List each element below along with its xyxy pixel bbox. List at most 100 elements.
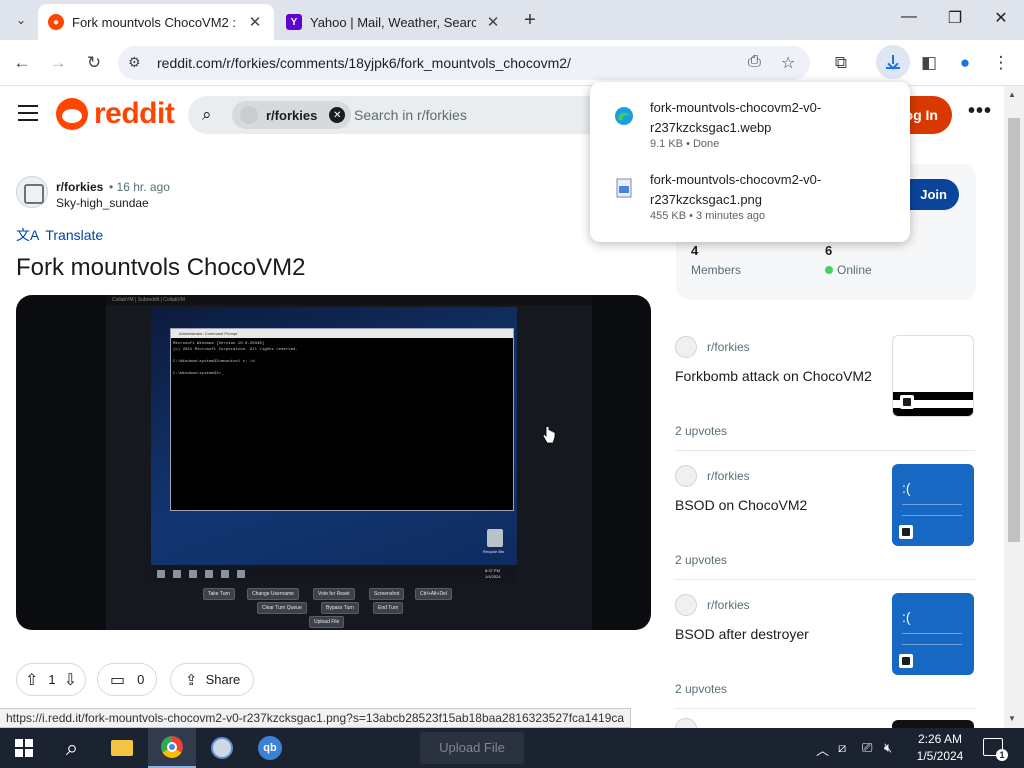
file-explorer-icon[interactable] (98, 728, 146, 768)
vm-vote-reset-button: Vote for Reset (313, 588, 355, 600)
site-info-icon[interactable]: ⚙ (128, 54, 141, 71)
post-timestamp: • 16 hr. ago (109, 180, 170, 194)
tray-app-icon[interactable]: ⧄ (838, 740, 846, 756)
close-tab-icon[interactable]: ✕ (484, 13, 502, 31)
search-taskbar-icon[interactable]: ⌕ (48, 728, 96, 768)
install-app-icon[interactable]: ⎙ (748, 53, 761, 71)
post-image[interactable]: CollabVM | Subreddit | CollabVM Administ… (16, 295, 651, 630)
vm-clock: 8:37 PM 1/4/2024 (485, 568, 501, 579)
related-thumbnail[interactable] (892, 720, 974, 728)
more-options-icon[interactable]: ••• (968, 100, 992, 123)
post-subreddit-link[interactable]: r/forkies (56, 180, 103, 194)
minimize-icon[interactable]: — (894, 8, 924, 26)
comments-button[interactable]: ▭ 0 (97, 663, 157, 696)
related-post-title[interactable]: Forkbomb attack on ChocoVM2 (675, 368, 875, 384)
download-filename[interactable]: fork-mountvols-chocovm2-v0-r237kzcksgac1… (650, 170, 870, 210)
translate-icon: 文A (16, 227, 40, 243)
tray-overflow-chevron-icon[interactable]: ︿ (816, 740, 829, 759)
vm-take-turn-button: Take Turn (203, 588, 235, 600)
online-count: 6 (825, 243, 833, 258)
downvote-arrow-icon[interactable]: ⇩ (64, 670, 77, 690)
divider (675, 579, 975, 580)
volume-muted-icon[interactable]: 🔇︎ (884, 740, 892, 756)
download-item[interactable]: fork-mountvols-chocovm2-v0-r237kzcksgac1… (590, 88, 910, 160)
post-author-link[interactable]: Sky-high_sundae (56, 196, 149, 210)
scroll-down-icon[interactable]: ▼ (1008, 714, 1016, 723)
hamburger-menu-icon[interactable] (18, 105, 38, 121)
bookmark-star-icon[interactable]: ☆ (781, 53, 795, 73)
translate-button[interactable]: 文A Translate (16, 225, 103, 245)
restore-icon[interactable]: ❐ (940, 8, 970, 28)
ghost-upload-file-button: Upload File (420, 732, 524, 764)
image-badge-icon (900, 395, 914, 409)
profile-icon[interactable]: ● (952, 50, 978, 76)
download-filename[interactable]: fork-mountvols-chocovm2-v0-r237kzcksgac1… (650, 98, 870, 138)
command-prompt-window: Administrator: Command Prompt Microsoft … (170, 328, 514, 511)
search-placeholder[interactable]: Search in r/forkies (354, 107, 467, 123)
chrome-taskbar-icon[interactable] (148, 728, 196, 768)
reddit-favicon-icon: ● (48, 14, 64, 30)
downloads-icon[interactable] (876, 45, 910, 79)
related-thumbnail[interactable]: :( (892, 464, 974, 546)
vm-change-username-button: Change Username (247, 588, 299, 600)
start-button[interactable] (0, 728, 48, 768)
close-tab-icon[interactable]: ✕ (246, 13, 264, 31)
new-tab-icon[interactable]: + (518, 8, 542, 32)
browser-toolbar: ← → ↻ ⚙ reddit.com/r/forkies/comments/18… (0, 40, 1024, 86)
share-icon: ⇪ (185, 671, 198, 689)
tab-yahoo[interactable]: Y Yahoo | Mail, Weather, Search, ✕ (276, 4, 512, 40)
scroll-up-icon[interactable]: ▲ (1008, 90, 1016, 99)
download-status: 9.1 KB • Done (650, 138, 720, 150)
vm-screenshot: CollabVM | Subreddit | CollabVM Administ… (106, 295, 592, 630)
related-thumbnail[interactable]: :( (892, 593, 974, 675)
vm-upload-file-button: Upload File (309, 616, 345, 628)
download-item[interactable]: fork-mountvols-chocovm2-v0-r237kzcksgac1… (590, 160, 910, 232)
tab-title: Yahoo | Mail, Weather, Search, (310, 14, 477, 30)
related-post-title[interactable]: BSOD on ChocoVM2 (675, 497, 875, 513)
notification-count: 1 (996, 749, 1008, 761)
related-post-title[interactable]: BSOD after destroyer (675, 626, 875, 642)
taskbar-clock[interactable]: 2:26 AM 1/5/2024 (900, 731, 980, 765)
related-thumbnail[interactable] (892, 335, 974, 417)
divider (675, 450, 975, 451)
members-count: 4 (691, 243, 699, 258)
related-subreddit[interactable]: r/forkies (707, 340, 750, 354)
extensions-icon[interactable]: ⧉ (828, 50, 854, 76)
related-subreddit[interactable]: r/forkies (707, 598, 750, 612)
tab-search-chevron-icon[interactable]: ⌄ (8, 8, 34, 32)
download-status: 455 KB • 3 minutes ago (650, 210, 766, 222)
scrollbar-thumb[interactable] (1008, 118, 1020, 542)
close-window-icon[interactable]: ✕ (986, 8, 1016, 28)
qbittorrent-taskbar-icon[interactable]: qb (246, 728, 294, 768)
reload-icon[interactable]: ↻ (81, 50, 107, 76)
remove-filter-icon[interactable]: ✕ (329, 107, 346, 123)
yahoo-favicon-icon: Y (286, 14, 302, 30)
tab-reddit[interactable]: ● Fork mountvols ChocoVM2 : r/ ✕ (38, 4, 274, 40)
side-panel-icon[interactable]: ◧ (916, 50, 942, 76)
vm-end-turn-button: End Turn (373, 602, 404, 614)
subreddit-avatar[interactable] (16, 176, 48, 208)
address-bar[interactable]: ⚙ reddit.com/r/forkies/comments/18yjpk6/… (118, 46, 810, 80)
post-title: Fork mountvols ChocoVM2 (16, 254, 306, 281)
subreddit-filter-chip[interactable]: r/forkies ✕ (232, 101, 352, 129)
url-text[interactable]: reddit.com/r/forkies/comments/18yjpk6/fo… (157, 55, 571, 71)
forward-icon[interactable]: → (45, 50, 71, 76)
reddit-wordmark[interactable]: reddit (94, 97, 175, 131)
related-subreddit[interactable]: r/forkies (707, 469, 750, 483)
upvote-arrow-icon[interactable]: ⇧ (25, 670, 38, 690)
vm-ctrl-alt-del-button: Ctrl+Alt+Del (415, 588, 452, 600)
online-dot-icon (825, 266, 833, 274)
related-subreddit-avatar (675, 594, 697, 616)
search-bar[interactable]: ⌕ r/forkies ✕ Search in r/forkies (188, 96, 608, 134)
app-taskbar-icon[interactable] (198, 728, 246, 768)
comment-bubble-icon: ▭ (110, 671, 126, 689)
network-icon[interactable]: ⎚ (862, 740, 872, 756)
reddit-logo-icon[interactable] (56, 98, 88, 130)
vote-bar: ⇧ 1 ⇩ (16, 663, 86, 696)
back-icon[interactable]: ← (9, 50, 35, 76)
subreddit-avatar-icon (240, 106, 258, 124)
menu-kebab-icon[interactable]: ⋮ (988, 50, 1014, 76)
vm-bypass-turn-button: Bypass Turn (321, 602, 359, 614)
share-button[interactable]: ⇪ Share (170, 663, 254, 696)
notification-center-icon[interactable]: 1 (983, 738, 1008, 761)
